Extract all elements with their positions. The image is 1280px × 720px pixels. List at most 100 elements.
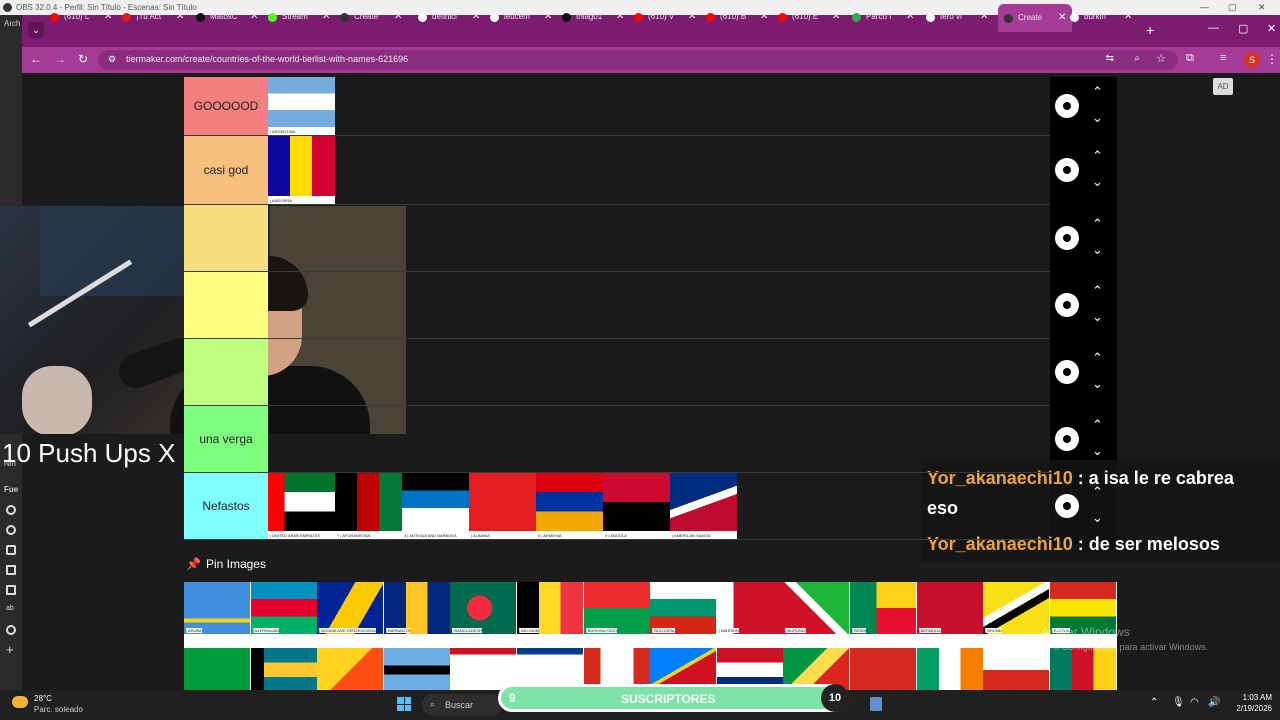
move-tier-down-icon[interactable]: ⌄ [1092,510,1103,526]
flag-image[interactable]: | UNITED ARAB EMIRATES [268,473,335,539]
flag-image[interactable]: 0 | ANGOLA [603,473,670,539]
pool-flag-image[interactable] [250,648,317,690]
pool-flag-image[interactable]: | BOSNIA AND HERZEGOVINA [317,582,384,634]
pool-flag-image[interactable]: | BERMUDA [916,582,983,634]
move-tier-down-icon[interactable]: ⌄ [1092,174,1103,190]
tier-label[interactable]: GOOOOOD [184,77,268,135]
move-tier-up-icon[interactable]: ⌃ [1092,350,1103,366]
flag-image[interactable]: | AMERICAN SAMOA [670,473,737,539]
tab-close-icon[interactable]: ✕ [394,7,402,27]
flag-image[interactable]: ? | AFGHANISTAN [335,473,402,539]
tier-label[interactable] [184,339,268,405]
pool-flag-image[interactable] [1049,648,1116,690]
pool-flag-image[interactable]: | BENIN [850,582,916,634]
tier-settings-gear-icon[interactable] [1055,360,1079,384]
bookmark-star-icon[interactable]: ☆ [1156,52,1166,65]
browser-tab[interactable]: definici ✕ [418,7,480,27]
obs-menu-label[interactable]: Arch [4,19,20,28]
pool-flag-image[interactable] [850,648,916,690]
browser-tab[interactable]: Create ✕ [340,7,402,27]
move-tier-down-icon[interactable]: ⌄ [1092,376,1103,392]
pool-flag-image[interactable]: | AZERBAIJAN [250,582,317,634]
tab-close-icon[interactable]: ✕ [616,7,624,27]
translate-icon[interactable]: ⇆ [1106,53,1114,64]
tier-label[interactable]: una verga [184,406,268,472]
tier-label[interactable] [184,205,268,271]
taskbar-search[interactable]: ⌕ Buscar [422,694,502,716]
browser-tab[interactable]: tero vi ✕ [926,7,988,27]
move-tier-down-icon[interactable]: ⌄ [1092,110,1103,126]
pool-flag-image[interactable]: | ARUBA [184,582,250,634]
pool-flag-image[interactable]: | BARBADOS [383,582,450,634]
tab-close-icon[interactable]: ✕ [1058,8,1066,28]
flag-image[interactable]: # | ARMENIA [536,473,603,539]
browser-close-icon[interactable]: ✕ [1267,22,1276,35]
pool-flag-image[interactable]: | BELGIUM [517,582,583,634]
tier-settings-gear-icon[interactable] [1055,293,1079,317]
reading-list-icon[interactable]: ≡ [1220,52,1226,64]
flag-image[interactable]: | ANDORRA [268,136,335,204]
microphone-icon[interactable]: 🎙 [1172,697,1185,708]
clock-time[interactable]: 1:03 AM [1226,693,1272,702]
tray-chevron-icon[interactable]: ⌃ [1150,697,1158,708]
source-camera-icon[interactable] [6,545,16,555]
tab-search-dropdown-icon[interactable]: ⌄ [28,22,44,38]
browser-maximize-icon[interactable]: ▢ [1238,22,1248,35]
tier-settings-gear-icon[interactable] [1055,158,1079,182]
source-text-icon[interactable]: ab [6,605,16,615]
tab-close-icon[interactable]: ✕ [760,7,768,27]
move-tier-down-icon[interactable]: ⌄ [1092,242,1103,258]
move-tier-up-icon[interactable]: ⌃ [1092,417,1103,433]
tab-close-icon[interactable]: ✕ [176,7,184,27]
pool-flag-image[interactable] [983,648,1050,690]
minimize-icon[interactable]: — [1200,0,1209,15]
maximize-icon[interactable]: ▢ [1228,0,1237,15]
tab-close-icon[interactable]: ✕ [1124,7,1132,27]
pool-flag-image[interactable]: | BANGLADESH [450,582,517,634]
browser-tab[interactable]: thiag01 ✕ [562,7,624,27]
move-tier-up-icon[interactable]: ⌃ [1092,283,1103,299]
clock-date[interactable]: 2/19/2026 [1226,704,1272,713]
tab-close-icon[interactable]: ✕ [832,7,840,27]
windows-start-icon[interactable] [397,697,411,711]
forward-icon[interactable]: → [54,52,66,66]
browser-tab[interactable]: burkin ✕ [1070,7,1132,27]
browser-tab[interactable]: (610) B ✕ [706,7,768,27]
browser-tab[interactable]: Create ✕ [998,4,1073,32]
source-window-icon[interactable] [6,565,16,575]
pool-flag-image[interactable] [450,648,517,690]
tab-close-icon[interactable]: ✕ [472,7,480,27]
menu-dots-icon[interactable]: ⋮ [1266,52,1278,66]
back-icon[interactable]: ← [30,52,42,66]
pool-flag-image[interactable]: | BRUNEI [983,582,1050,634]
tab-close-icon[interactable]: ✕ [906,7,914,27]
pool-flag-image[interactable]: | BURUNDI [783,582,850,634]
new-tab-button[interactable]: + [1146,22,1154,38]
move-tier-up-icon[interactable]: ⌃ [1092,484,1103,500]
pin-images-button[interactable]: 📌 Pin Images [186,557,266,571]
browser-tab[interactable]: (610) V ✕ [634,7,696,27]
extensions-icon[interactable]: ⧉ [1186,52,1194,65]
move-tier-down-icon[interactable]: ⌄ [1092,443,1103,459]
source-browser-icon[interactable] [6,525,16,535]
tier-settings-gear-icon[interactable] [1055,226,1079,250]
browser-tab[interactable]: (610) L ✕ [50,7,112,27]
source-window-icon[interactable] [6,585,16,595]
pool-flag-image[interactable] [383,648,450,690]
tier-settings-gear-icon[interactable] [1055,94,1079,118]
pool-flag-image[interactable] [916,648,983,690]
tab-close-icon[interactable]: ✕ [544,7,552,27]
browser-tab[interactable]: Stream ✕ [268,7,330,27]
wifi-icon[interactable]: ◠ [1190,697,1199,708]
tab-close-icon[interactable]: ✕ [104,7,112,27]
address-bar[interactable]: ⚙ tiermaker.com/create/countries-of-the-… [98,50,1178,70]
tier-label[interactable] [184,272,268,338]
reload-icon[interactable]: ↻ [78,52,88,66]
browser-minimize-icon[interactable]: — [1208,22,1219,34]
tier-settings-gear-icon[interactable] [1055,494,1079,518]
browser-tab[interactable]: leucem ✕ [490,7,552,27]
close-icon[interactable]: ✕ [1258,0,1266,15]
flag-image[interactable]: | ALBANIA [469,473,536,539]
move-tier-up-icon[interactable]: ⌃ [1092,84,1103,100]
zoom-icon[interactable]: ⌕ [1134,53,1140,64]
